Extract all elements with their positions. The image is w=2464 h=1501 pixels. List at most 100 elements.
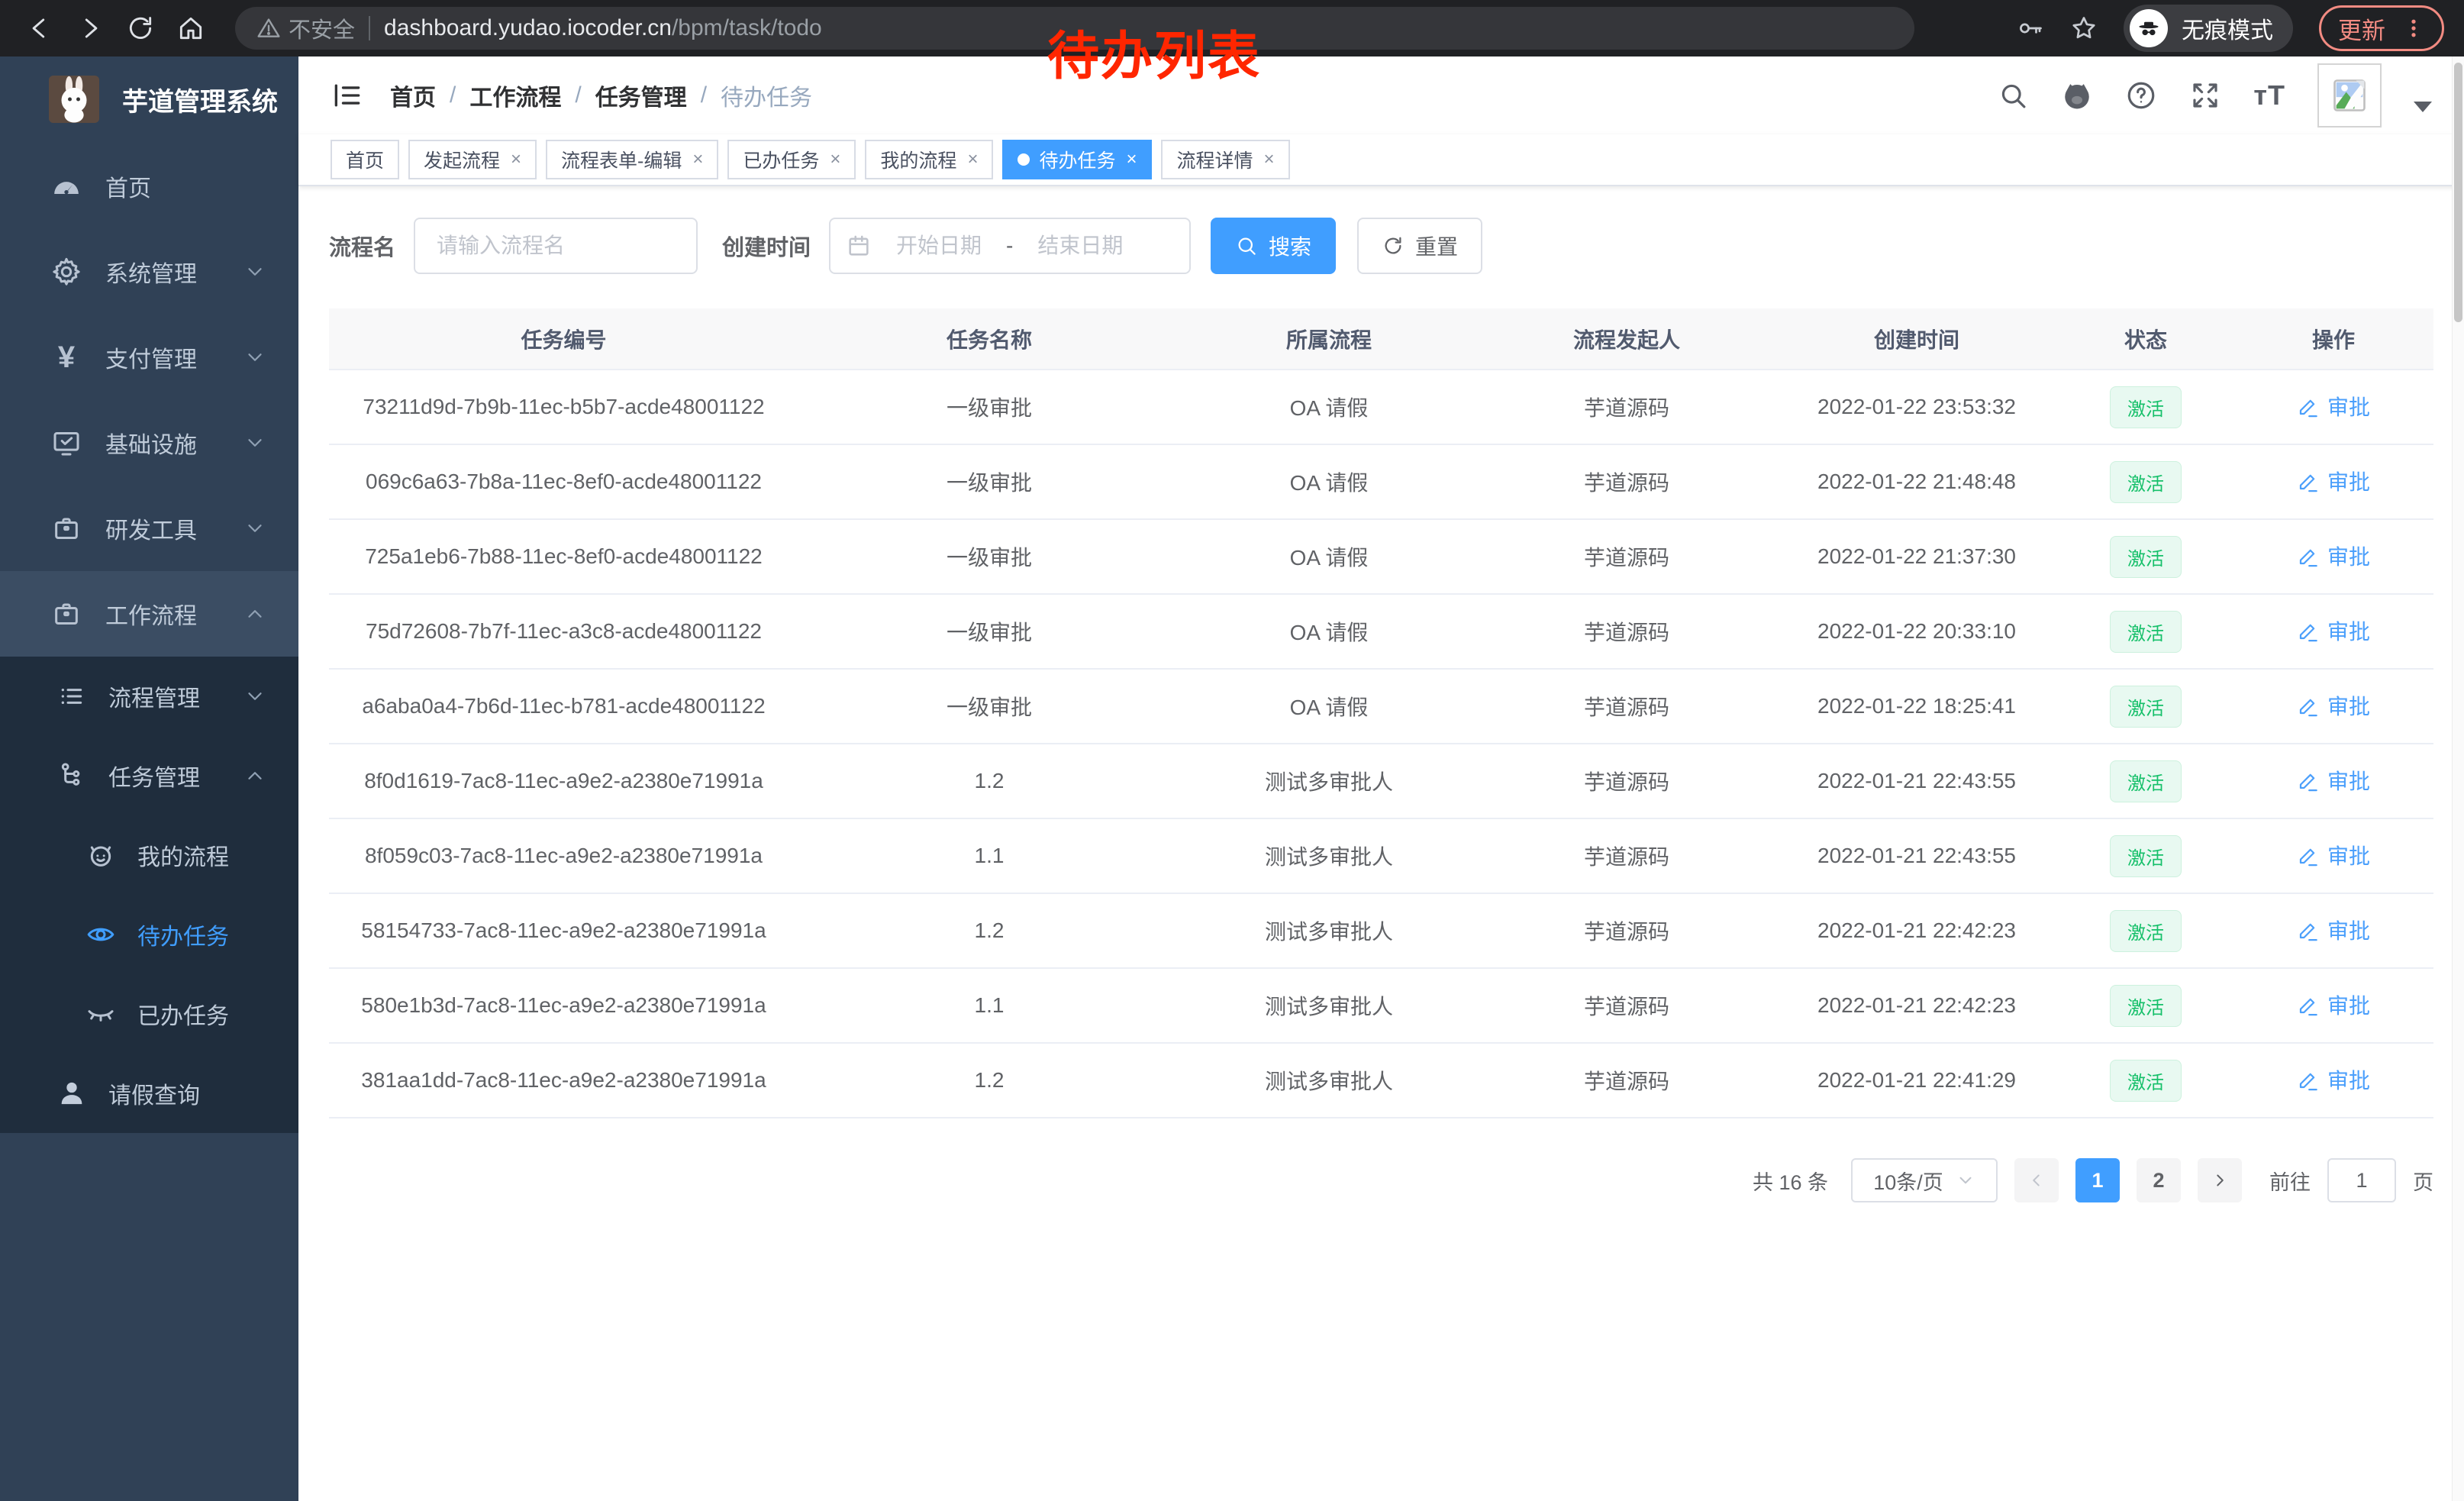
reset-button[interactable]: 重置 — [1357, 218, 1482, 274]
tab-close-icon[interactable]: × — [692, 149, 703, 170]
cell-task-name: 一级审批 — [798, 594, 1180, 669]
tab-process-form-edit[interactable]: 流程表单-编辑× — [546, 140, 718, 179]
cell-status: 激活 — [2058, 594, 2233, 669]
fullscreen-icon[interactable] — [2189, 79, 2221, 111]
password-key-icon[interactable] — [2017, 15, 2044, 42]
cell-process: 测试多审批人 — [1180, 893, 1478, 968]
page-size-select[interactable]: 10条/页 — [1851, 1158, 1998, 1202]
search-button[interactable]: 搜索 — [1211, 218, 1336, 274]
sidebar-collapse-icon[interactable] — [331, 79, 364, 112]
next-page-button[interactable] — [2198, 1158, 2242, 1202]
browser-menu-icon[interactable] — [2402, 17, 2425, 40]
approve-link[interactable]: 审批 — [2297, 541, 2370, 571]
approve-link-label: 审批 — [2327, 615, 2370, 646]
tab-done-tasks[interactable]: 已办任务× — [727, 140, 856, 179]
font-size-icon[interactable]: тT — [2253, 79, 2285, 111]
browser-home-icon[interactable] — [171, 8, 211, 48]
app-title: 芋道管理系统 — [122, 81, 278, 118]
approve-link[interactable]: 审批 — [2297, 690, 2370, 721]
browser-reload-icon[interactable] — [121, 8, 160, 48]
edit-pencil-icon — [2297, 769, 2320, 792]
tab-process-detail[interactable]: 流程详情× — [1161, 140, 1289, 179]
sidebar-item-process-mgmt[interactable]: 流程管理 — [0, 657, 298, 736]
breadcrumb-item[interactable]: 首页 — [390, 79, 436, 112]
prev-page-button[interactable] — [2014, 1158, 2059, 1202]
sidebar-item-todo-tasks[interactable]: 待办任务 — [0, 895, 298, 974]
browser-update-button[interactable]: 更新 — [2319, 5, 2444, 51]
sidebar-item-leave-query[interactable]: 请假查询 — [0, 1054, 298, 1133]
process-name-input[interactable] — [414, 218, 698, 274]
tab-close-icon[interactable]: × — [967, 149, 978, 170]
search-icon[interactable] — [1997, 79, 2029, 111]
sidebar-item-infra[interactable]: 基础设施 — [0, 400, 298, 486]
approve-link[interactable]: 审批 — [2297, 1064, 2370, 1095]
security-label: 不安全 — [289, 12, 355, 44]
approve-link[interactable]: 审批 — [2297, 915, 2370, 945]
col-create-time: 创建时间 — [1775, 308, 2058, 370]
browser-forward-icon[interactable] — [70, 8, 110, 48]
tab-close-icon[interactable]: × — [1126, 149, 1137, 170]
sidebar-item-devtools[interactable]: 研发工具 — [0, 486, 298, 571]
cell-task-id: 725a1eb6-7b88-11ec-8ef0-acde48001122 — [329, 519, 798, 594]
approve-link[interactable]: 审批 — [2297, 840, 2370, 870]
page-button-2[interactable]: 2 — [2137, 1158, 2181, 1202]
sidebar-item-label: 首页 — [105, 169, 151, 203]
cell-status: 激活 — [2058, 1043, 2233, 1118]
approve-link[interactable]: 审批 — [2297, 989, 2370, 1020]
cell-create-time: 2022-01-21 22:43:55 — [1775, 818, 2058, 893]
help-icon[interactable] — [2125, 79, 2157, 111]
sidebar-item-label: 任务管理 — [108, 759, 200, 792]
tab-label: 待办任务 — [1039, 146, 1115, 173]
scrollbar-thumb[interactable] — [2454, 63, 2462, 322]
cell-action: 审批 — [2233, 818, 2433, 893]
date-range-picker[interactable]: - — [829, 218, 1191, 274]
sidebar-item-label: 流程管理 — [108, 679, 200, 713]
bookmark-star-icon[interactable] — [2070, 15, 2098, 42]
calendar-icon — [846, 233, 872, 259]
approve-link[interactable]: 审批 — [2297, 615, 2370, 646]
github-icon[interactable] — [2061, 79, 2093, 111]
page-scrollbar[interactable] — [2452, 56, 2464, 1501]
sidebar-item-home[interactable]: 首页 — [0, 144, 298, 229]
sidebar-item-my-process[interactable]: 我的流程 — [0, 815, 298, 895]
avatar[interactable] — [2317, 63, 2382, 128]
sidebar-item-workflow[interactable]: 工作流程 — [0, 571, 298, 657]
sidebar-item-done-tasks[interactable]: 已办任务 — [0, 974, 298, 1054]
cell-create-time: 2022-01-22 21:37:30 — [1775, 519, 2058, 594]
not-secure-warning[interactable]: 不安全 — [256, 12, 355, 44]
tab-home[interactable]: 首页 — [331, 140, 399, 179]
page-unit-label: 页 — [2413, 1166, 2433, 1196]
sidebar-logo-row[interactable]: 芋道管理系统 — [0, 61, 298, 137]
status-badge: 激活 — [2110, 461, 2182, 503]
tab-close-icon[interactable]: × — [511, 149, 521, 170]
approve-link-label: 审批 — [2327, 466, 2370, 496]
dashboard-icon — [50, 170, 82, 202]
tab-my-process[interactable]: 我的流程× — [865, 140, 993, 179]
sidebar-item-task-mgmt[interactable]: 任务管理 — [0, 736, 298, 815]
tab-close-icon[interactable]: × — [1264, 149, 1275, 170]
status-badge: 激活 — [2110, 760, 2182, 802]
approve-link[interactable]: 审批 — [2297, 466, 2370, 496]
start-date-input[interactable] — [878, 234, 1000, 258]
breadcrumb-item[interactable]: 任务管理 — [595, 79, 687, 112]
tab-todo-tasks[interactable]: 待办任务 × — [1002, 140, 1152, 179]
status-badge: 激活 — [2110, 611, 2182, 653]
cell-status: 激活 — [2058, 968, 2233, 1043]
sidebar-item-payment[interactable]: ¥ 支付管理 — [0, 315, 298, 400]
tab-close-icon[interactable]: × — [830, 149, 840, 170]
cell-action: 审批 — [2233, 519, 2433, 594]
col-initiator: 流程发起人 — [1478, 308, 1775, 370]
avatar-dropdown-caret-icon[interactable] — [2414, 102, 2432, 112]
approve-link[interactable]: 审批 — [2297, 765, 2370, 796]
cell-action: 审批 — [2233, 968, 2433, 1043]
search-icon — [1235, 234, 1258, 257]
breadcrumb-item[interactable]: 工作流程 — [469, 79, 561, 112]
end-date-input[interactable] — [1019, 234, 1141, 258]
page-button-1[interactable]: 1 — [2075, 1158, 2120, 1202]
approve-link[interactable]: 审批 — [2297, 391, 2370, 421]
tab-start-process[interactable]: 发起流程× — [408, 140, 537, 179]
sidebar-item-system[interactable]: 系统管理 — [0, 229, 298, 315]
browser-back-icon[interactable] — [20, 8, 60, 48]
cell-task-name: 一级审批 — [798, 519, 1180, 594]
goto-page-input[interactable] — [2327, 1158, 2396, 1202]
